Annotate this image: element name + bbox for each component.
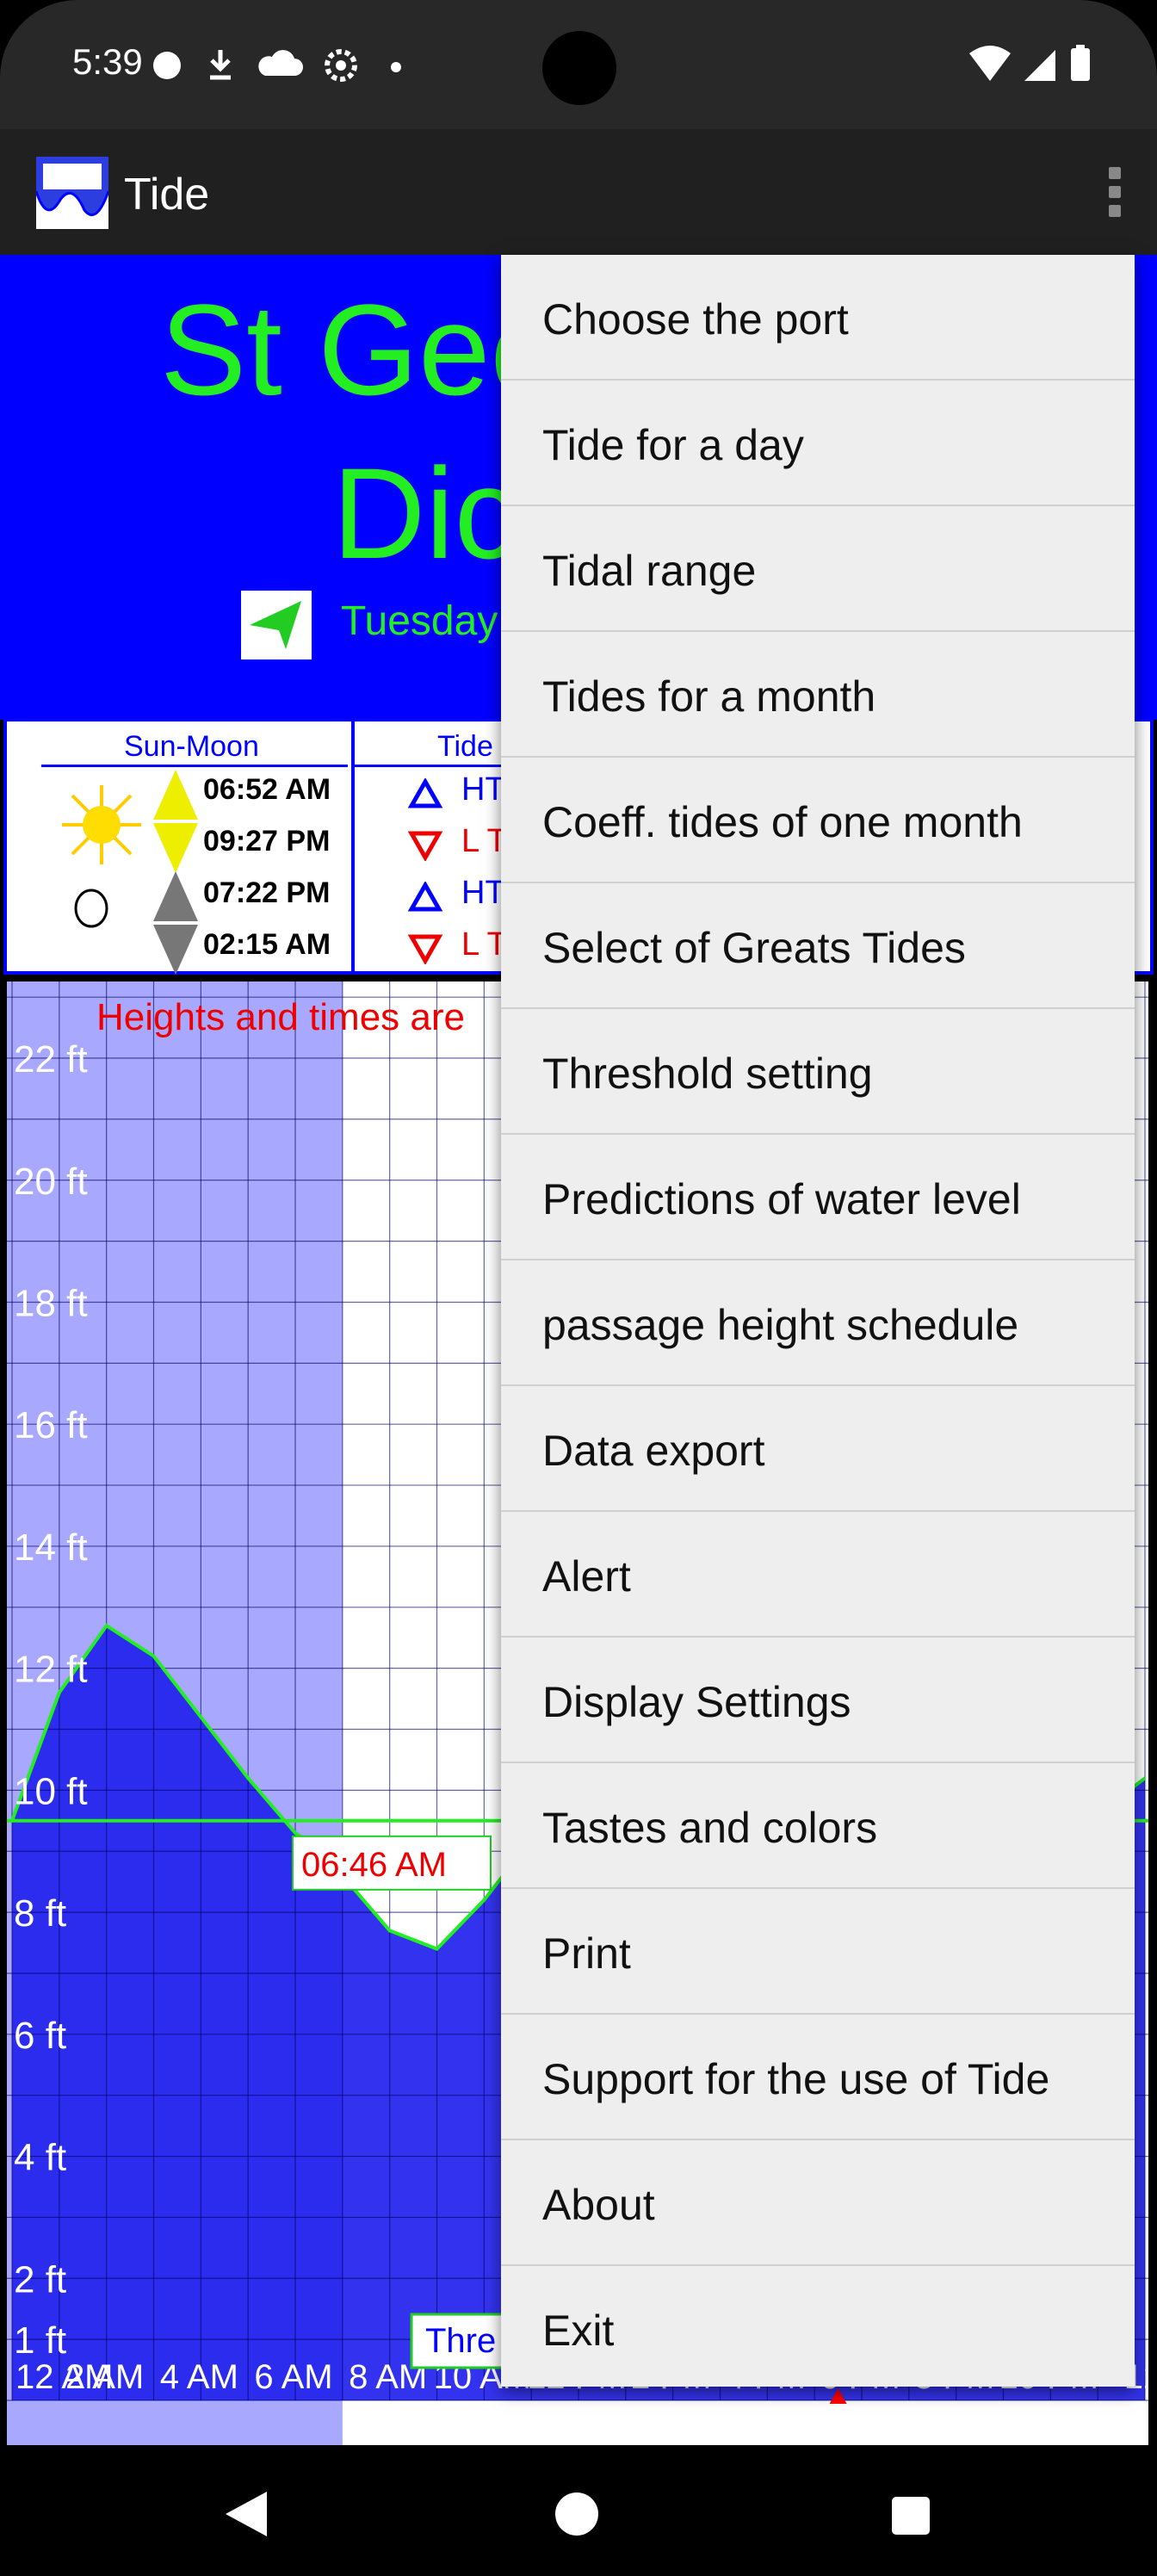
tide-header: Tide — [437, 730, 493, 763]
y-axis-label: 2 ft — [14, 2258, 66, 2300]
menu-item-tide-for-a-day[interactable]: Tide for a day — [501, 381, 1135, 506]
menu-item-data-export[interactable]: Data export — [501, 1386, 1135, 1512]
signal-icon — [1024, 50, 1055, 81]
y-axis-label: 10 ft — [14, 1770, 88, 1812]
menu-item-label: Coeff. tides of one month — [542, 798, 1023, 846]
y-axis-label: 12 ft — [14, 1649, 88, 1691]
chat-icon — [153, 52, 181, 79]
menu-item-predictions-of-water-level[interactable]: Predictions of water level — [501, 1135, 1135, 1260]
menu-item-label: Print — [542, 1929, 631, 1978]
y-axis-label: 8 ft — [14, 1892, 66, 1935]
low-tide-icon — [408, 934, 442, 964]
y-axis-label: 16 ft — [14, 1404, 88, 1446]
menu-item-exit[interactable]: Exit — [501, 2266, 1135, 2392]
time-marker-label: 06:46 AM — [301, 1846, 447, 1884]
sunset-time: 09:27 PM — [203, 825, 331, 858]
menu-item-choose-the-port[interactable]: Choose the port — [501, 255, 1135, 381]
menu-item-label: Alert — [542, 1552, 631, 1601]
menu-item-about[interactable]: About — [501, 2140, 1135, 2266]
y-axis-label: 22 ft — [14, 1038, 88, 1081]
download-icon — [210, 50, 231, 80]
status-left-icons — [153, 49, 401, 82]
chart-note: Heights and times are — [96, 996, 465, 1038]
menu-item-tidal-range[interactable]: Tidal range — [501, 506, 1135, 632]
date-label: Tuesday — [341, 598, 498, 644]
navigation-arrow-icon — [250, 601, 301, 649]
moon-icon — [74, 889, 108, 928]
y-axis-label: 18 ft — [14, 1282, 88, 1324]
menu-item-tastes-and-colors[interactable]: Tastes and colors — [501, 1763, 1135, 1889]
menu-item-label: Support for the use of Tide — [542, 2055, 1050, 2103]
table-divider — [351, 721, 355, 971]
dot-icon — [391, 62, 401, 72]
tide-label-4: L T — [461, 926, 507, 963]
menu-item-alert[interactable]: Alert — [501, 1512, 1135, 1638]
menu-item-display-settings[interactable]: Display Settings — [501, 1638, 1135, 1763]
menu-item-label: Data export — [542, 1427, 765, 1475]
home-icon[interactable] — [553, 2490, 601, 2538]
app-logo-icon — [36, 157, 108, 229]
menu-item-label: Predictions of water level — [542, 1175, 1021, 1223]
menu-item-label: Threshold setting — [542, 1050, 873, 1098]
tide-label-2: L T — [461, 823, 507, 859]
menu-item-label: Select of Greats Tides — [542, 924, 966, 972]
x-axis-label: 6 AM — [254, 2358, 332, 2396]
menu-item-label: Choose the port — [542, 295, 849, 344]
high-tide-icon — [408, 882, 442, 912]
moon-rise-set-icon — [153, 871, 198, 975]
overflow-menu-icon[interactable] — [1102, 162, 1128, 222]
navigation-bar — [0, 2452, 1157, 2576]
moonset-time: 02:15 AM — [203, 928, 331, 961]
menu-item-tides-for-a-month[interactable]: Tides for a month — [501, 632, 1135, 758]
app-title: Tide — [124, 170, 210, 220]
y-axis-label: 6 ft — [14, 2015, 66, 2057]
menu-item-passage-height-schedule[interactable]: passage height schedule — [501, 1260, 1135, 1386]
cloud-icon — [258, 50, 303, 76]
tide-label-3: HT — [461, 875, 505, 911]
y-axis-label: 1 ft — [14, 2319, 66, 2362]
overflow-menu: Choose the port Tide for a day Tidal range… — [501, 255, 1135, 2387]
x-axis-label: 2 AM — [65, 2358, 144, 2396]
wifi-icon — [969, 46, 1011, 81]
menu-item-support-for-the-use-of-tide[interactable]: Support for the use of Tide — [501, 2015, 1135, 2140]
menu-item-label: Tides for a month — [542, 672, 876, 721]
status-time: 5:39 — [72, 41, 143, 82]
status-bar: 5:39 — [0, 0, 1157, 129]
port-name-line2: Dic — [332, 441, 519, 585]
menu-item-label: Display Settings — [542, 1678, 851, 1726]
camera-cutout — [542, 31, 616, 105]
y-axis-label: 4 ft — [14, 2137, 66, 2179]
y-axis-label: 20 ft — [14, 1161, 88, 1203]
menu-item-print[interactable]: Print — [501, 1889, 1135, 2015]
recents-icon[interactable] — [890, 2495, 931, 2536]
menu-item-label: Tide for a day — [542, 421, 804, 469]
menu-item-threshold-setting[interactable]: Threshold setting — [501, 1009, 1135, 1135]
menu-item-select-of-greats-tides[interactable]: Select of Greats Tides — [501, 883, 1135, 1009]
moonrise-time: 07:22 PM — [203, 876, 331, 909]
y-axis-label: 14 ft — [14, 1526, 88, 1569]
sun-moon-header: Sun-Moon — [124, 730, 259, 763]
menu-item-label: Tidal range — [542, 547, 757, 595]
menu-item-coeff-tides-of-one-month[interactable]: Coeff. tides of one month — [501, 758, 1135, 883]
menu-item-label: Tastes and colors — [542, 1804, 878, 1852]
back-icon[interactable] — [222, 2488, 270, 2540]
sun-rise-set-icon — [153, 770, 198, 873]
x-axis-label: 4 AM — [160, 2358, 238, 2396]
menu-item-label: passage height schedule — [542, 1301, 1019, 1349]
navigate-button[interactable] — [241, 591, 312, 659]
menu-item-label: Exit — [542, 2307, 615, 2355]
high-tide-icon — [408, 778, 442, 808]
sun-icon — [62, 785, 141, 864]
battery-icon — [1071, 48, 1090, 81]
tide-label-1: HT — [461, 771, 505, 808]
low-tide-icon — [408, 831, 442, 861]
menu-item-label: About — [542, 2181, 655, 2229]
sunrise-time: 06:52 AM — [203, 773, 331, 806]
status-right-icons — [969, 45, 1090, 81]
table-header-rule — [41, 765, 348, 767]
threshold-label: Thre — [425, 2322, 496, 2360]
